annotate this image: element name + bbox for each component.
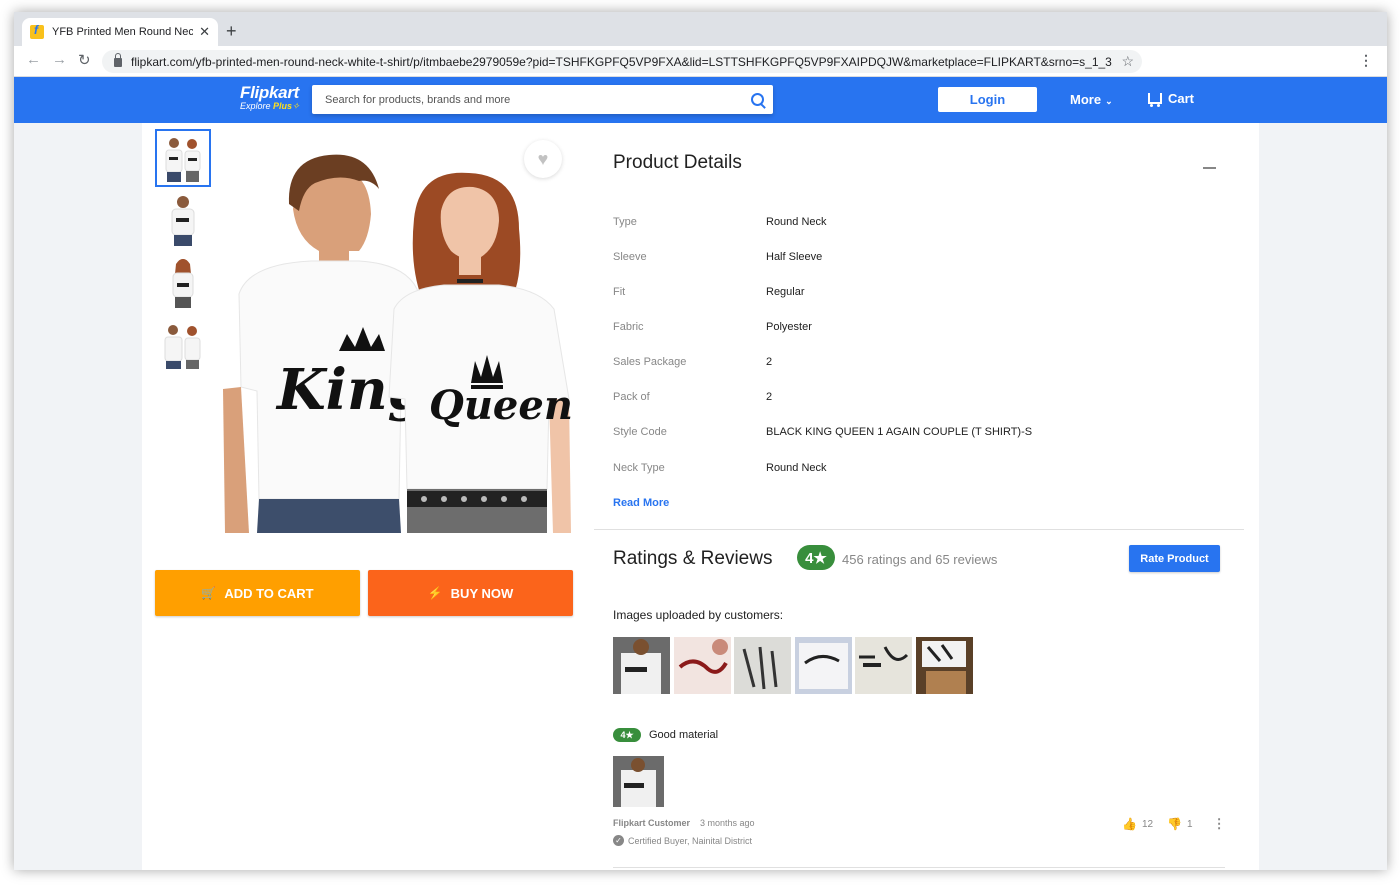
average-rating-badge: 4★ [797,545,835,570]
print-queen-text: Queen [429,382,573,429]
spec-value: Half Sleeve [766,251,823,263]
review-divider [613,867,1225,868]
browser-toolbar: ← → ↻ flipkart.com/yfb-printed-men-round… [14,46,1387,77]
certified-text: Certified Buyer, Nainital District [628,835,753,846]
customer-image[interactable] [855,637,912,694]
spec-value: Polyester [766,321,812,333]
spec-value: Regular [766,286,805,298]
spec-key: Pack of [613,391,650,403]
rate-product-button[interactable]: Rate Product [1129,545,1220,572]
customer-image[interactable] [734,637,791,694]
reviewer-meta: Flipkart Customer 3 months ago [613,818,755,828]
logo-explore: Explore [240,101,271,111]
login-button[interactable]: Login [938,87,1037,112]
cart-icon: 🛒 [201,586,217,600]
bookmark-star-icon[interactable]: ☆ [1121,53,1134,70]
spec-key: Sleeve [613,251,647,263]
dislike-button[interactable]: 👎 1 [1167,817,1193,831]
dislike-count: 1 [1187,818,1193,830]
tab-title: YFB Printed Men Round Neck \ [52,26,194,38]
customer-images-heading: Images uploaded by customers: [613,608,784,622]
spec-value: 2 [766,356,773,368]
browser-window: YFB Printed Men Round Neck \ ✕ + ← → ↻ f… [14,12,1387,870]
close-tab-icon[interactable]: ✕ [199,24,210,40]
reviewer-name: Flipkart Customer [613,818,691,828]
address-bar[interactable]: flipkart.com/yfb-printed-men-round-neck-… [102,50,1142,73]
flipkart-header: Flipkart Explore Plus✧ Search for produc… [14,77,1387,123]
spec-value: BLACK KING QUEEN 1 AGAIN COUPLE (T SHIRT… [766,426,1033,438]
review-image[interactable] [613,756,664,807]
reload-icon[interactable]: ↻ [78,51,91,69]
buy-now-label: BUY NOW [450,585,514,601]
customer-image[interactable] [673,637,731,694]
thumbnail-back-view[interactable] [155,315,211,373]
review-time: 3 months ago [700,818,755,828]
forward-icon[interactable]: → [52,51,67,68]
thumbs-down-icon: 👎 [1167,817,1183,831]
customer-image-gallery [613,637,976,694]
flipkart-favicon-icon [30,23,44,39]
thumbnail-queen[interactable] [155,253,211,311]
new-tab-icon[interactable]: + [226,21,237,42]
thumbs-up-icon: 👍 [1122,817,1137,831]
like-count: 12 [1141,818,1154,830]
ratings-summary[interactable]: 456 ratings and 65 reviews [842,552,997,567]
thumbnail-list [155,129,211,377]
spec-key: Style Code [613,426,667,438]
spec-key: Neck Type [613,462,665,474]
browser-menu-icon[interactable]: ⋮ [1359,52,1373,69]
more-menu[interactable]: More ⌄ [1070,92,1113,107]
product-main-image[interactable]: King Queen [219,129,577,533]
product-details-title: Product Details [613,152,742,173]
lightning-icon: ⚡ [427,586,443,600]
add-to-cart-label: ADD TO CART [224,585,314,601]
spec-key: Type [613,216,637,228]
spec-key: Fit [613,286,626,298]
cart-label: Cart [1168,91,1195,106]
collapse-minus-icon[interactable] [1203,167,1216,169]
thumbnail-king[interactable] [155,191,211,249]
customer-image[interactable] [794,637,852,694]
thumbnail-couple[interactable] [155,129,211,187]
lock-icon[interactable] [114,53,122,67]
url-text[interactable]: flipkart.com/yfb-printed-men-round-neck-… [131,55,1113,69]
more-label: More [1070,92,1102,107]
review-title: Good material [649,729,719,741]
section-divider [594,529,1244,530]
tab-strip: YFB Printed Men Round Neck \ ✕ + [14,12,1387,46]
ratings-reviews-title: Ratings & Reviews [613,548,773,569]
spec-value: Round Neck [766,216,827,228]
review-rating-badge: 4★ [613,728,641,742]
cart-link[interactable]: Cart [1148,91,1195,107]
buy-now-button[interactable]: ⚡ BUY NOW [368,570,573,616]
spec-key: Sales Package [613,356,687,368]
check-circle-icon: ✓ [613,835,624,846]
add-to-cart-button[interactable]: 🛒 ADD TO CART [155,570,360,616]
spec-key: Fabric [613,321,644,333]
browser-tab[interactable]: YFB Printed Men Round Neck \ ✕ [22,18,218,46]
chevron-down-icon: ⌄ [1105,96,1113,106]
logo-subtitle: Explore Plus✧ [240,101,300,111]
review-votes: 👍 12 👎 1 ⋮ [1122,816,1226,832]
like-button[interactable]: 👍 12 [1122,817,1153,831]
logo-text: Flipkart [240,83,300,102]
customer-image[interactable] [915,637,973,694]
search-input[interactable]: Search for products, brands and more [325,94,743,106]
customer-image[interactable] [613,637,670,694]
product-page: King Queen ♥ 🛒 ADD TO CART ⚡ BUY NOW Pro… [142,123,1259,870]
search-icon[interactable] [743,85,773,114]
review-options-icon[interactable]: ⋮ [1213,816,1226,832]
spec-value: Round Neck [766,462,827,474]
certified-buyer: ✓ Certified Buyer, Nainital District [613,835,752,846]
spec-value: 2 [766,391,773,403]
wishlist-heart-icon[interactable]: ♥ [524,140,562,178]
cart-icon [1148,93,1162,107]
search-bar[interactable]: Search for products, brands and more [312,85,773,114]
flipkart-logo[interactable]: Flipkart Explore Plus✧ [240,83,300,112]
read-more-link[interactable]: Read More [613,497,669,509]
back-icon[interactable]: ← [26,51,41,68]
logo-plus: Plus [273,101,293,111]
